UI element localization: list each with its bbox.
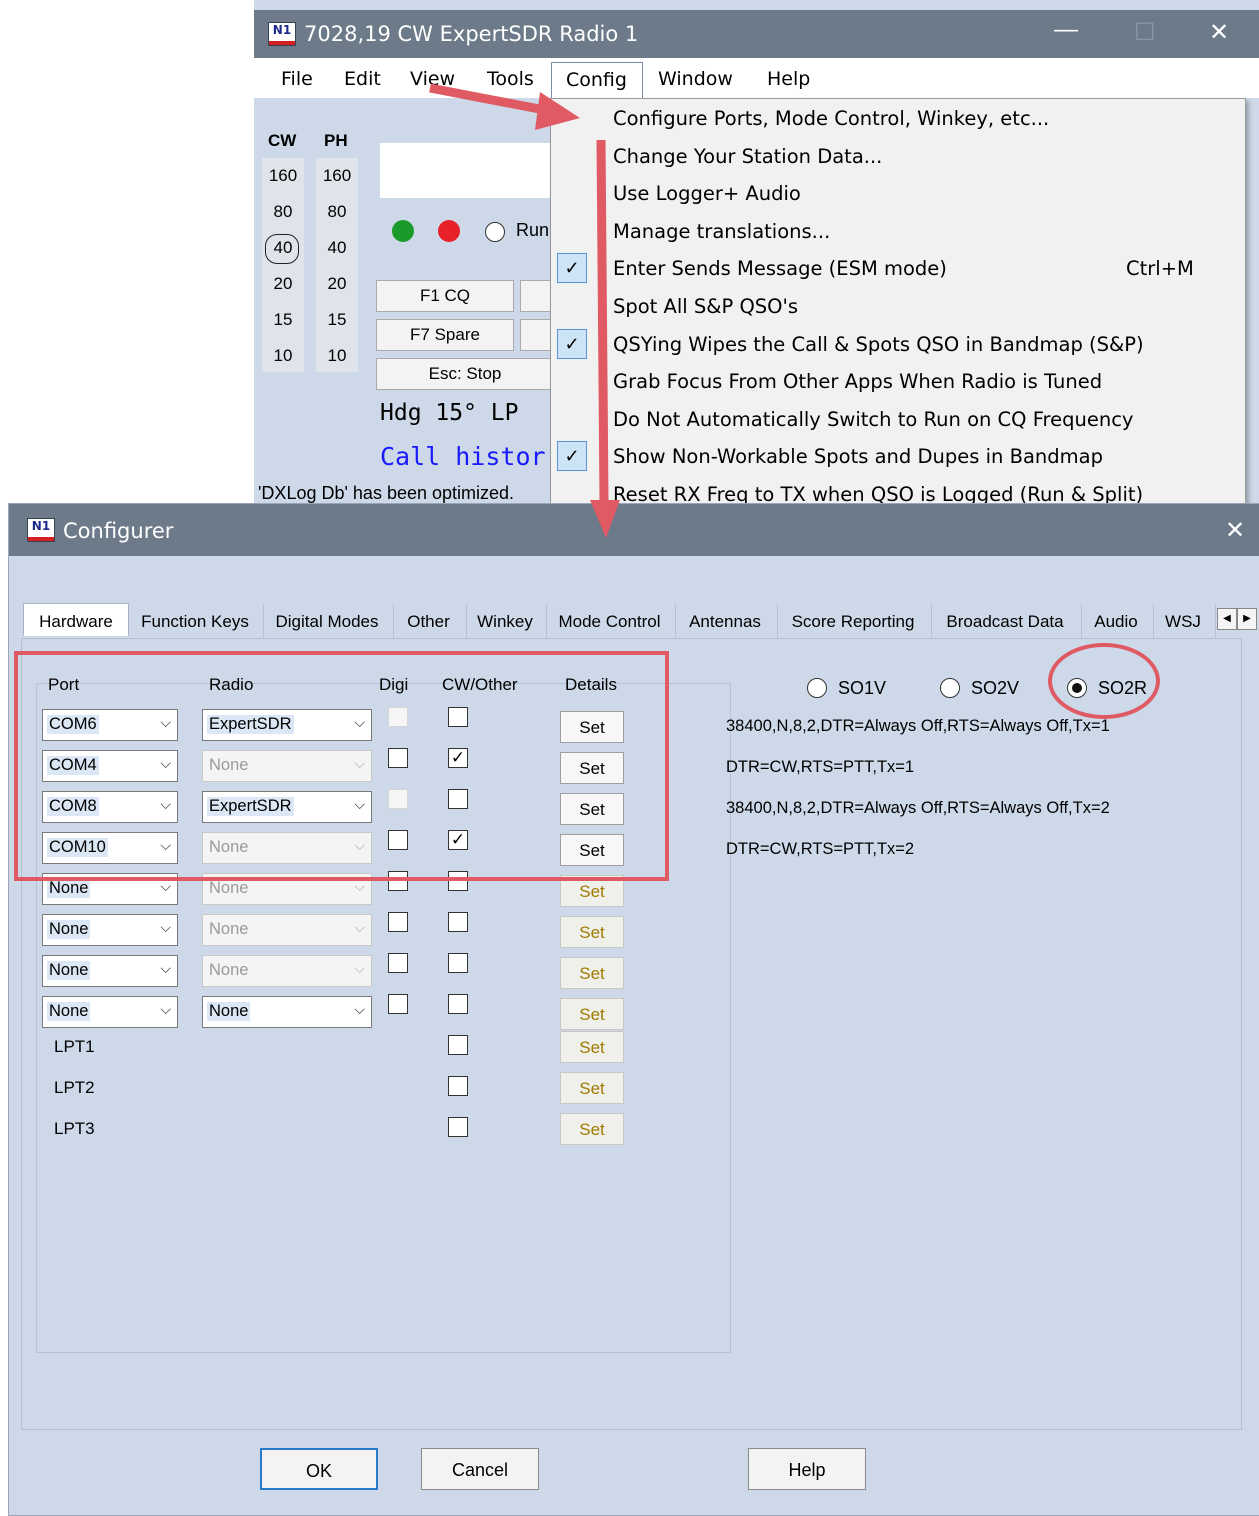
arrow-to-config-menu [429, 83, 580, 130]
annotation-arrows [429, 83, 620, 538]
arrow-to-configurer [590, 139, 620, 538]
